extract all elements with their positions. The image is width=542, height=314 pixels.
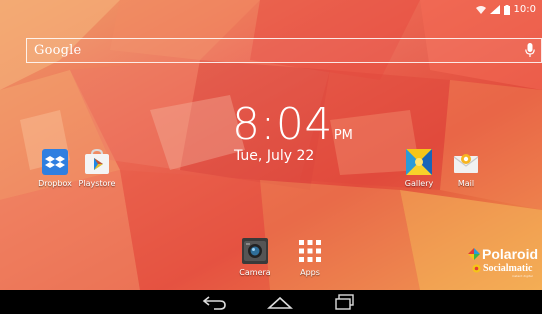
dropbox-icon: [42, 149, 68, 175]
brand-product: Socialmatic: [483, 263, 533, 274]
app-camera[interactable]: Camera: [225, 238, 285, 277]
navigation-bar: [0, 290, 542, 314]
app-label: Camera: [239, 268, 271, 277]
app-playstore[interactable]: Playstore: [67, 148, 127, 188]
polaroid-logo: Polaroid Socialmatic instant digital: [468, 246, 538, 278]
wifi-icon: [475, 5, 486, 14]
recents-icon[interactable]: [334, 294, 356, 314]
apps-grid-icon: [297, 238, 323, 264]
brand-tagline: instant digital: [512, 274, 533, 278]
mail-icon: [453, 149, 479, 175]
status-bar: 10:0: [0, 0, 542, 22]
home-screen: 10:0 Google 8:04 PM Tue, July 22 Dropbox…: [0, 0, 542, 314]
socialmatic-wordmark: Socialmatic: [472, 263, 538, 274]
app-drawer-button[interactable]: Apps: [280, 238, 340, 277]
status-icons: 10:0: [475, 4, 536, 15]
clock-time-row: 8:04 PM: [232, 103, 353, 147]
app-mail[interactable]: Mail: [436, 149, 496, 188]
gallery-icon: [406, 149, 432, 175]
app-label: Playstore: [78, 179, 116, 188]
camera-icon: [242, 238, 268, 264]
clock-widget[interactable]: 8:04 PM Tue, July 22: [232, 103, 353, 165]
clock-date: Tue, July 22: [234, 148, 315, 164]
status-time: 10:0: [513, 4, 536, 15]
search-label: Google: [34, 43, 82, 58]
mic-icon[interactable]: [525, 43, 535, 62]
playstore-icon: [84, 148, 110, 175]
google-search-bar[interactable]: Google: [26, 38, 542, 63]
back-icon[interactable]: [202, 294, 228, 314]
signal-icon: [489, 5, 500, 14]
polaroid-wordmark: Polaroid: [468, 246, 538, 262]
home-icon[interactable]: [266, 294, 294, 314]
battery-icon: [503, 4, 510, 15]
app-label: Apps: [300, 268, 320, 277]
clock-time: 8:04: [232, 99, 333, 150]
clock-ampm: PM: [333, 128, 353, 143]
brand-name: Polaroid: [482, 246, 539, 262]
app-label: Mail: [457, 179, 475, 188]
